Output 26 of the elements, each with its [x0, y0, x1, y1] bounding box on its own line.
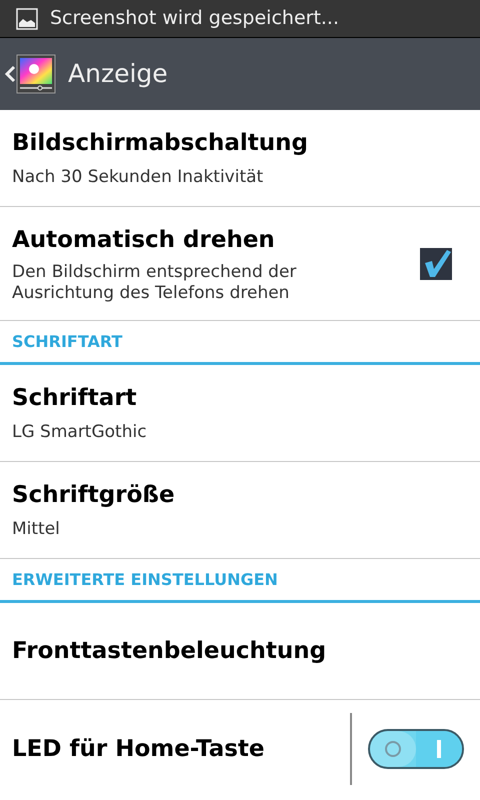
settings-item[interactable]: Bildschirmabschaltung Nach 30 Sekunden Inaktivität: [0, 110, 480, 207]
settings-item[interactable]: Schriftgröße Mittel: [0, 462, 480, 559]
toggle-switch[interactable]: [368, 729, 464, 769]
item-title: Fronttastenbeleuchtung: [12, 636, 328, 666]
settings-item[interactable]: Fronttastenbeleuchtung: [0, 603, 480, 700]
back-icon: [4, 64, 16, 84]
item-summary: LG SmartGothic: [12, 420, 148, 444]
back-button[interactable]: [4, 54, 56, 94]
screen-title: Anzeige: [68, 58, 168, 90]
checkbox[interactable]: [420, 248, 452, 280]
display-settings-icon: [16, 54, 56, 94]
item-summary: Nach 30 Sekunden Inaktivität: [12, 166, 264, 188]
section-header: ERWEITERTE EINSTELLUNGEN: [12, 569, 278, 591]
image-icon: [16, 8, 38, 30]
item-title: LED für Home-Taste: [12, 734, 266, 764]
item-title: Bildschirmabschaltung: [12, 129, 309, 158]
item-summary: Den Bildschirm entsprechend der Ausrichtung des Telefons drehen: [12, 262, 298, 304]
item-summary: Mittel: [12, 518, 61, 540]
section-header: SCHRIFTART: [12, 331, 122, 353]
item-title: Schriftart: [12, 384, 138, 413]
settings-item[interactable]: LED für Home-Taste: [0, 700, 480, 798]
item-title: Automatisch drehen: [12, 226, 276, 255]
item-title: Schriftgröße: [12, 481, 176, 510]
notification-text: Screenshot wird gespeichert...: [50, 6, 340, 32]
settings-item[interactable]: Schriftart LG SmartGothic: [0, 365, 480, 462]
settings-item[interactable]: Automatisch drehen Den Bildschirm entsprechend der Ausrichtung des Telefons drehen: [0, 207, 480, 321]
